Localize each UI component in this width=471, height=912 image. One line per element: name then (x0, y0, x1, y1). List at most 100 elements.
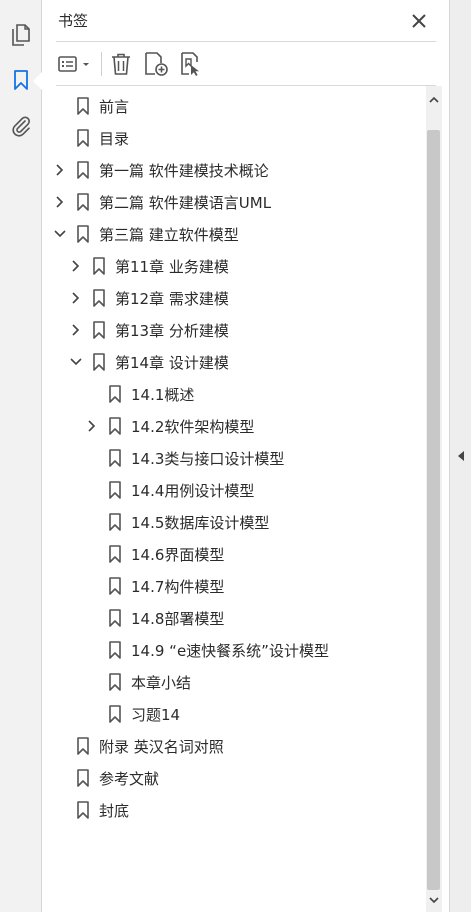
bookmark-item[interactable]: 第三篇 建立软件模型 (43, 218, 425, 250)
chevron-right-icon[interactable] (85, 418, 99, 434)
collapse-pane-arrow-icon (458, 451, 464, 461)
bookmark-icon (76, 224, 90, 244)
bookmark-icon (92, 256, 106, 276)
bookmark-item[interactable]: 目录 (43, 122, 425, 154)
chevron-down-icon[interactable] (53, 226, 67, 242)
bookmark-label: 封底 (99, 802, 130, 820)
bookmark-item[interactable]: 前言 (43, 90, 425, 122)
chevron-right-icon[interactable] (69, 322, 83, 338)
pages-panel-button[interactable] (5, 18, 37, 50)
bookmark-icon (108, 416, 122, 436)
bookmark-label: 第14章 设计建模 (115, 354, 229, 372)
bookmark-icon (108, 576, 122, 596)
bookmark-label: 前言 (99, 98, 130, 116)
paperclip-icon (12, 116, 30, 137)
bookmark-label: 第一篇 软件建模技术概论 (99, 162, 269, 180)
header-divider (56, 41, 436, 42)
bookmark-icon (108, 480, 122, 500)
bookmark-item[interactable]: 第11章 业务建模 (43, 250, 425, 282)
bookmark-icon (108, 512, 122, 532)
scroll-up-arrow-icon (429, 96, 439, 103)
bookmark-item[interactable]: 14.2软件架构模型 (43, 410, 425, 442)
bookmark-item[interactable]: 14.9 “e速快餐系统”设计模型 (43, 634, 425, 666)
active-tab-indicator (33, 72, 42, 90)
bookmark-label: 参考文献 (99, 770, 160, 788)
bookmark-item[interactable]: 第一篇 软件建模技术概论 (43, 154, 425, 186)
bookmark-icon (108, 640, 122, 660)
bookmark-icon (108, 672, 122, 692)
bookmark-label: 14.6界面模型 (131, 546, 225, 564)
chevron-right-icon[interactable] (69, 290, 83, 306)
vertical-scrollbar[interactable] (426, 86, 442, 912)
bookmark-icon (76, 128, 90, 148)
bookmark-icon (92, 352, 106, 372)
bookmark-label: 14.1概述 (131, 386, 195, 404)
bookmark-item[interactable]: 习题14 (43, 698, 425, 730)
bookmark-item[interactable]: 14.8部署模型 (43, 602, 425, 634)
bookmark-label: 14.9 “e速快餐系统”设计模型 (131, 642, 329, 660)
find-current-bookmark-button[interactable] (177, 50, 207, 78)
bookmark-icon (108, 448, 122, 468)
bookmark-icon (76, 800, 90, 820)
bookmark-item[interactable]: 参考文献 (43, 762, 425, 794)
bookmark-label: 14.3类与接口设计模型 (131, 450, 285, 468)
bookmark-item[interactable]: 第13章 分析建模 (43, 314, 425, 346)
close-panel-button[interactable] (408, 10, 430, 32)
bookmark-label: 14.2软件架构模型 (131, 418, 255, 436)
bookmark-icon (76, 768, 90, 788)
bookmark-item[interactable]: 第14章 设计建模 (43, 346, 425, 378)
bookmark-icon (76, 160, 90, 180)
bookmark-item[interactable]: 封底 (43, 794, 425, 826)
chevron-right-icon[interactable] (69, 258, 83, 274)
bookmark-label: 本章小结 (131, 674, 192, 692)
trash-icon (112, 53, 130, 75)
bookmark-icon (92, 320, 106, 340)
bookmark-label: 14.7构件模型 (131, 578, 225, 596)
pane-splitter[interactable] (449, 0, 471, 912)
bookmark-label: 习题14 (131, 706, 181, 724)
bookmark-label: 目录 (99, 130, 130, 148)
scrollbar-thumb[interactable] (427, 130, 440, 890)
bookmark-item[interactable]: 附录 英汉名词对照 (43, 730, 425, 762)
pages-icon (12, 24, 30, 46)
bookmark-icon (76, 736, 90, 756)
bookmark-label: 第二篇 软件建模语言UML (99, 194, 272, 212)
bookmark-label: 14.5数据库设计模型 (131, 514, 270, 532)
bookmark-icon (76, 192, 90, 212)
bookmark-label: 第11章 业务建模 (115, 258, 229, 276)
bookmark-label: 14.4用例设计模型 (131, 482, 255, 500)
bookmark-icon (108, 544, 122, 564)
bookmark-item[interactable]: 14.5数据库设计模型 (43, 506, 425, 538)
bookmark-item[interactable]: 14.1概述 (43, 378, 425, 410)
delete-bookmark-button[interactable] (107, 50, 135, 78)
scroll-up-button[interactable] (426, 92, 442, 108)
options-menu-button[interactable] (55, 50, 95, 78)
bookmark-icon (76, 96, 90, 116)
bookmark-item[interactable]: 第12章 需求建模 (43, 282, 425, 314)
scroll-down-button[interactable] (426, 892, 442, 908)
bookmark-item[interactable]: 14.3类与接口设计模型 (43, 442, 425, 474)
bookmark-label: 附录 英汉名词对照 (99, 738, 224, 756)
bookmark-item[interactable]: 第二篇 软件建模语言UML (43, 186, 425, 218)
close-icon (412, 14, 426, 28)
new-bookmark-icon (145, 52, 168, 76)
bookmark-label: 第三篇 建立软件模型 (99, 226, 239, 244)
chevron-right-icon[interactable] (53, 194, 67, 210)
find-current-bookmark-icon (181, 52, 199, 76)
chevron-down-icon[interactable] (69, 354, 83, 370)
bookmark-icon (92, 288, 106, 308)
scroll-down-arrow-icon (429, 897, 439, 904)
bookmark-item[interactable]: 14.6界面模型 (43, 538, 425, 570)
bookmark-item[interactable]: 本章小结 (43, 666, 425, 698)
bookmarks-toolbar (43, 44, 449, 84)
bookmark-list: 封面书名版权前言目录第一篇 软件建模技术概论第二篇 软件建模语言UML第三篇 建… (43, 86, 425, 826)
collapse-pane-button[interactable] (453, 446, 469, 466)
attachments-panel-button[interactable] (5, 110, 37, 142)
chevron-right-icon[interactable] (53, 162, 67, 178)
new-bookmark-button[interactable] (141, 50, 171, 78)
bookmark-label: 第13章 分析建模 (115, 322, 229, 340)
bookmark-icon (108, 704, 122, 724)
bookmark-item[interactable]: 14.7构件模型 (43, 570, 425, 602)
bookmark-item[interactable]: 14.4用例设计模型 (43, 474, 425, 506)
bookmark-label: 14.8部署模型 (131, 610, 225, 628)
